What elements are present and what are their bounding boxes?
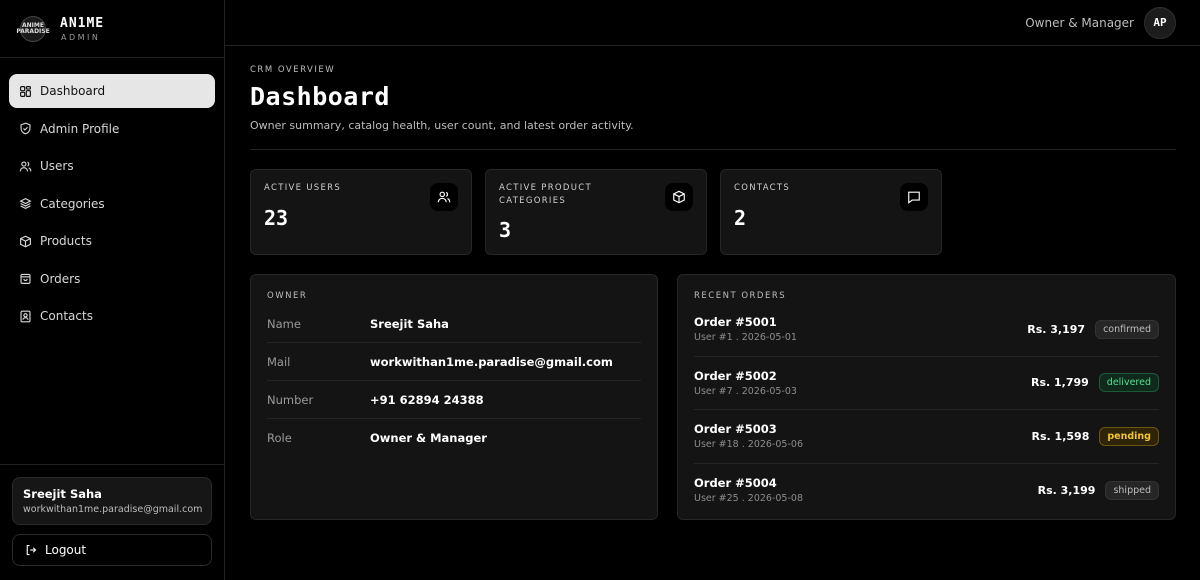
brand-sub: ADMIN (61, 32, 101, 42)
order-meta: User #1 . 2026-05-01 (694, 332, 797, 344)
brand-logo: ANIME PARADISE (16, 15, 50, 42)
stats-row: ACTIVE USERS 23 ACTIVE PRODUCT CATEGORIE… (250, 169, 1176, 255)
owner-key: Mail (267, 354, 291, 369)
sidebar-item-products[interactable]: Products (9, 224, 215, 258)
order-id: Order #5002 (694, 368, 777, 383)
sidebar-item-dashboard[interactable]: Dashboard (9, 74, 215, 108)
status-badge: delivered (1098, 373, 1159, 393)
order-row[interactable]: Order #5004 User #25 . 2026-05-08 Rs. 3,… (694, 464, 1159, 518)
page-title: Dashboard (250, 82, 390, 111)
owner-row-number: Number +91 62894 24388 (267, 381, 641, 419)
bag-icon (20, 273, 31, 284)
sidebar-item-admin-profile[interactable]: Admin Profile (9, 112, 215, 146)
owner-value: Sreejit Saha (370, 316, 449, 331)
brand-name: AN1ME (60, 15, 105, 31)
message-icon (900, 183, 928, 211)
order-row[interactable]: Order #5001 User #1 . 2026-05-01 Rs. 3,1… (694, 303, 1159, 357)
sidebar-user-card[interactable]: Sreejit Saha workwithan1me.paradise@gmai… (12, 477, 212, 525)
order-amount: Rs. 1,799 (1030, 376, 1089, 390)
page-subtitle: Owner summary, catalog health, user coun… (250, 119, 634, 132)
contact-icon (20, 310, 31, 322)
stat-value: 2 (734, 206, 747, 230)
owner-value: workwithan1me.paradise@gmail.com (370, 354, 613, 369)
users-icon (430, 183, 458, 211)
sidebar-item-label: Contacts (40, 309, 93, 323)
sidebar-nav: Dashboard Admin Profile Users Categories… (0, 58, 224, 333)
stat-label: CONTACTS (734, 183, 791, 193)
owner-row-role: Role Owner & Manager (267, 419, 641, 457)
status-badge: pending (1099, 426, 1159, 446)
owner-key: Role (267, 431, 292, 445)
sidebar-footer: Sreejit Saha workwithan1me.paradise@gmai… (0, 464, 224, 580)
logout-button[interactable]: Logout (12, 534, 212, 566)
stat-card-contacts: CONTACTS 2 (720, 169, 942, 255)
page-eyebrow: CRM OVERVIEW (250, 65, 336, 75)
sidebar-item-users[interactable]: Users (9, 149, 215, 183)
sidebar-item-label: Users (40, 159, 74, 173)
logout-icon (26, 544, 37, 556)
order-meta: User #25 . 2026-05-08 (694, 493, 803, 505)
order-amount: Rs. 1,598 (1031, 429, 1090, 443)
layers-icon (19, 197, 32, 210)
recent-orders-title: RECENT ORDERS (694, 291, 787, 301)
owner-row-name: Name Sreejit Saha (267, 305, 641, 343)
owner-panel: OWNER Name Sreejit Saha Mail workwithan1… (250, 274, 658, 520)
order-id: Order #5001 (694, 315, 777, 330)
owner-key: Number (267, 392, 314, 407)
sidebar-item-label: Dashboard (40, 84, 106, 98)
topbar-role: Owner & Manager (1025, 15, 1134, 30)
avatar[interactable]: AP (1144, 6, 1176, 39)
sidebar-item-label: Products (40, 234, 92, 248)
order-meta: User #7 . 2026-05-03 (694, 385, 797, 397)
stat-value: 3 (499, 218, 512, 242)
users-icon (19, 160, 32, 171)
sidebar-item-label: Categories (40, 196, 105, 211)
stat-label: ACTIVE USERS (264, 183, 342, 193)
status-badge: confirmed (1095, 319, 1159, 339)
box-icon (665, 183, 693, 211)
order-meta: User #18 . 2026-05-06 (694, 439, 803, 451)
order-amount: Rs. 3,199 (1037, 483, 1096, 497)
stat-card-active-product-categories: ACTIVE PRODUCT CATEGORIES 3 (485, 169, 707, 255)
stat-card-active-users: ACTIVE USERS 23 (250, 169, 472, 255)
dashboard-icon (20, 85, 31, 97)
topbar: Owner & Manager AP (225, 0, 1200, 46)
recent-orders-panel: RECENT ORDERS Order #5001 User #1 . 2026… (677, 274, 1176, 520)
sidebar-item-label: Admin Profile (40, 121, 120, 136)
owner-panel-title: OWNER (267, 291, 308, 301)
shield-icon (20, 122, 31, 135)
main-content: CRM OVERVIEW Dashboard Owner summary, ca… (250, 46, 1176, 520)
sidebar: ANIME PARADISE AN1ME ADMIN Dashboard Adm… (0, 0, 225, 580)
box-icon (20, 235, 31, 247)
order-id: Order #5004 (694, 476, 777, 491)
order-row[interactable]: Order #5003 User #18 . 2026-05-06 Rs. 1,… (694, 410, 1159, 464)
owner-value: Owner & Manager (370, 431, 487, 445)
logout-label: Logout (45, 543, 87, 557)
brand[interactable]: ANIME PARADISE AN1ME ADMIN (0, 0, 224, 58)
divider (250, 149, 1176, 150)
owner-key: Name (267, 316, 301, 331)
stat-label: ACTIVE PRODUCT CATEGORIES (499, 183, 593, 206)
status-badge: shipped (1105, 480, 1159, 500)
stat-value: 23 (264, 206, 289, 230)
order-id: Order #5003 (694, 422, 777, 437)
sidebar-item-orders[interactable]: Orders (9, 262, 215, 296)
sidebar-user-email: workwithan1me.paradise@gmail.com (23, 504, 203, 515)
panels-row: OWNER Name Sreejit Saha Mail workwithan1… (250, 274, 1176, 520)
sidebar-user-name: Sreejit Saha (23, 487, 102, 501)
sidebar-item-categories[interactable]: Categories (9, 187, 215, 221)
order-row[interactable]: Order #5002 User #7 . 2026-05-03 Rs. 1,7… (694, 357, 1159, 410)
sidebar-item-contacts[interactable]: Contacts (9, 299, 215, 333)
owner-row-mail: Mail workwithan1me.paradise@gmail.com (267, 343, 641, 381)
owner-value: +91 62894 24388 (370, 392, 484, 407)
sidebar-item-label: Orders (40, 271, 81, 286)
order-amount: Rs. 3,197 (1027, 322, 1086, 336)
